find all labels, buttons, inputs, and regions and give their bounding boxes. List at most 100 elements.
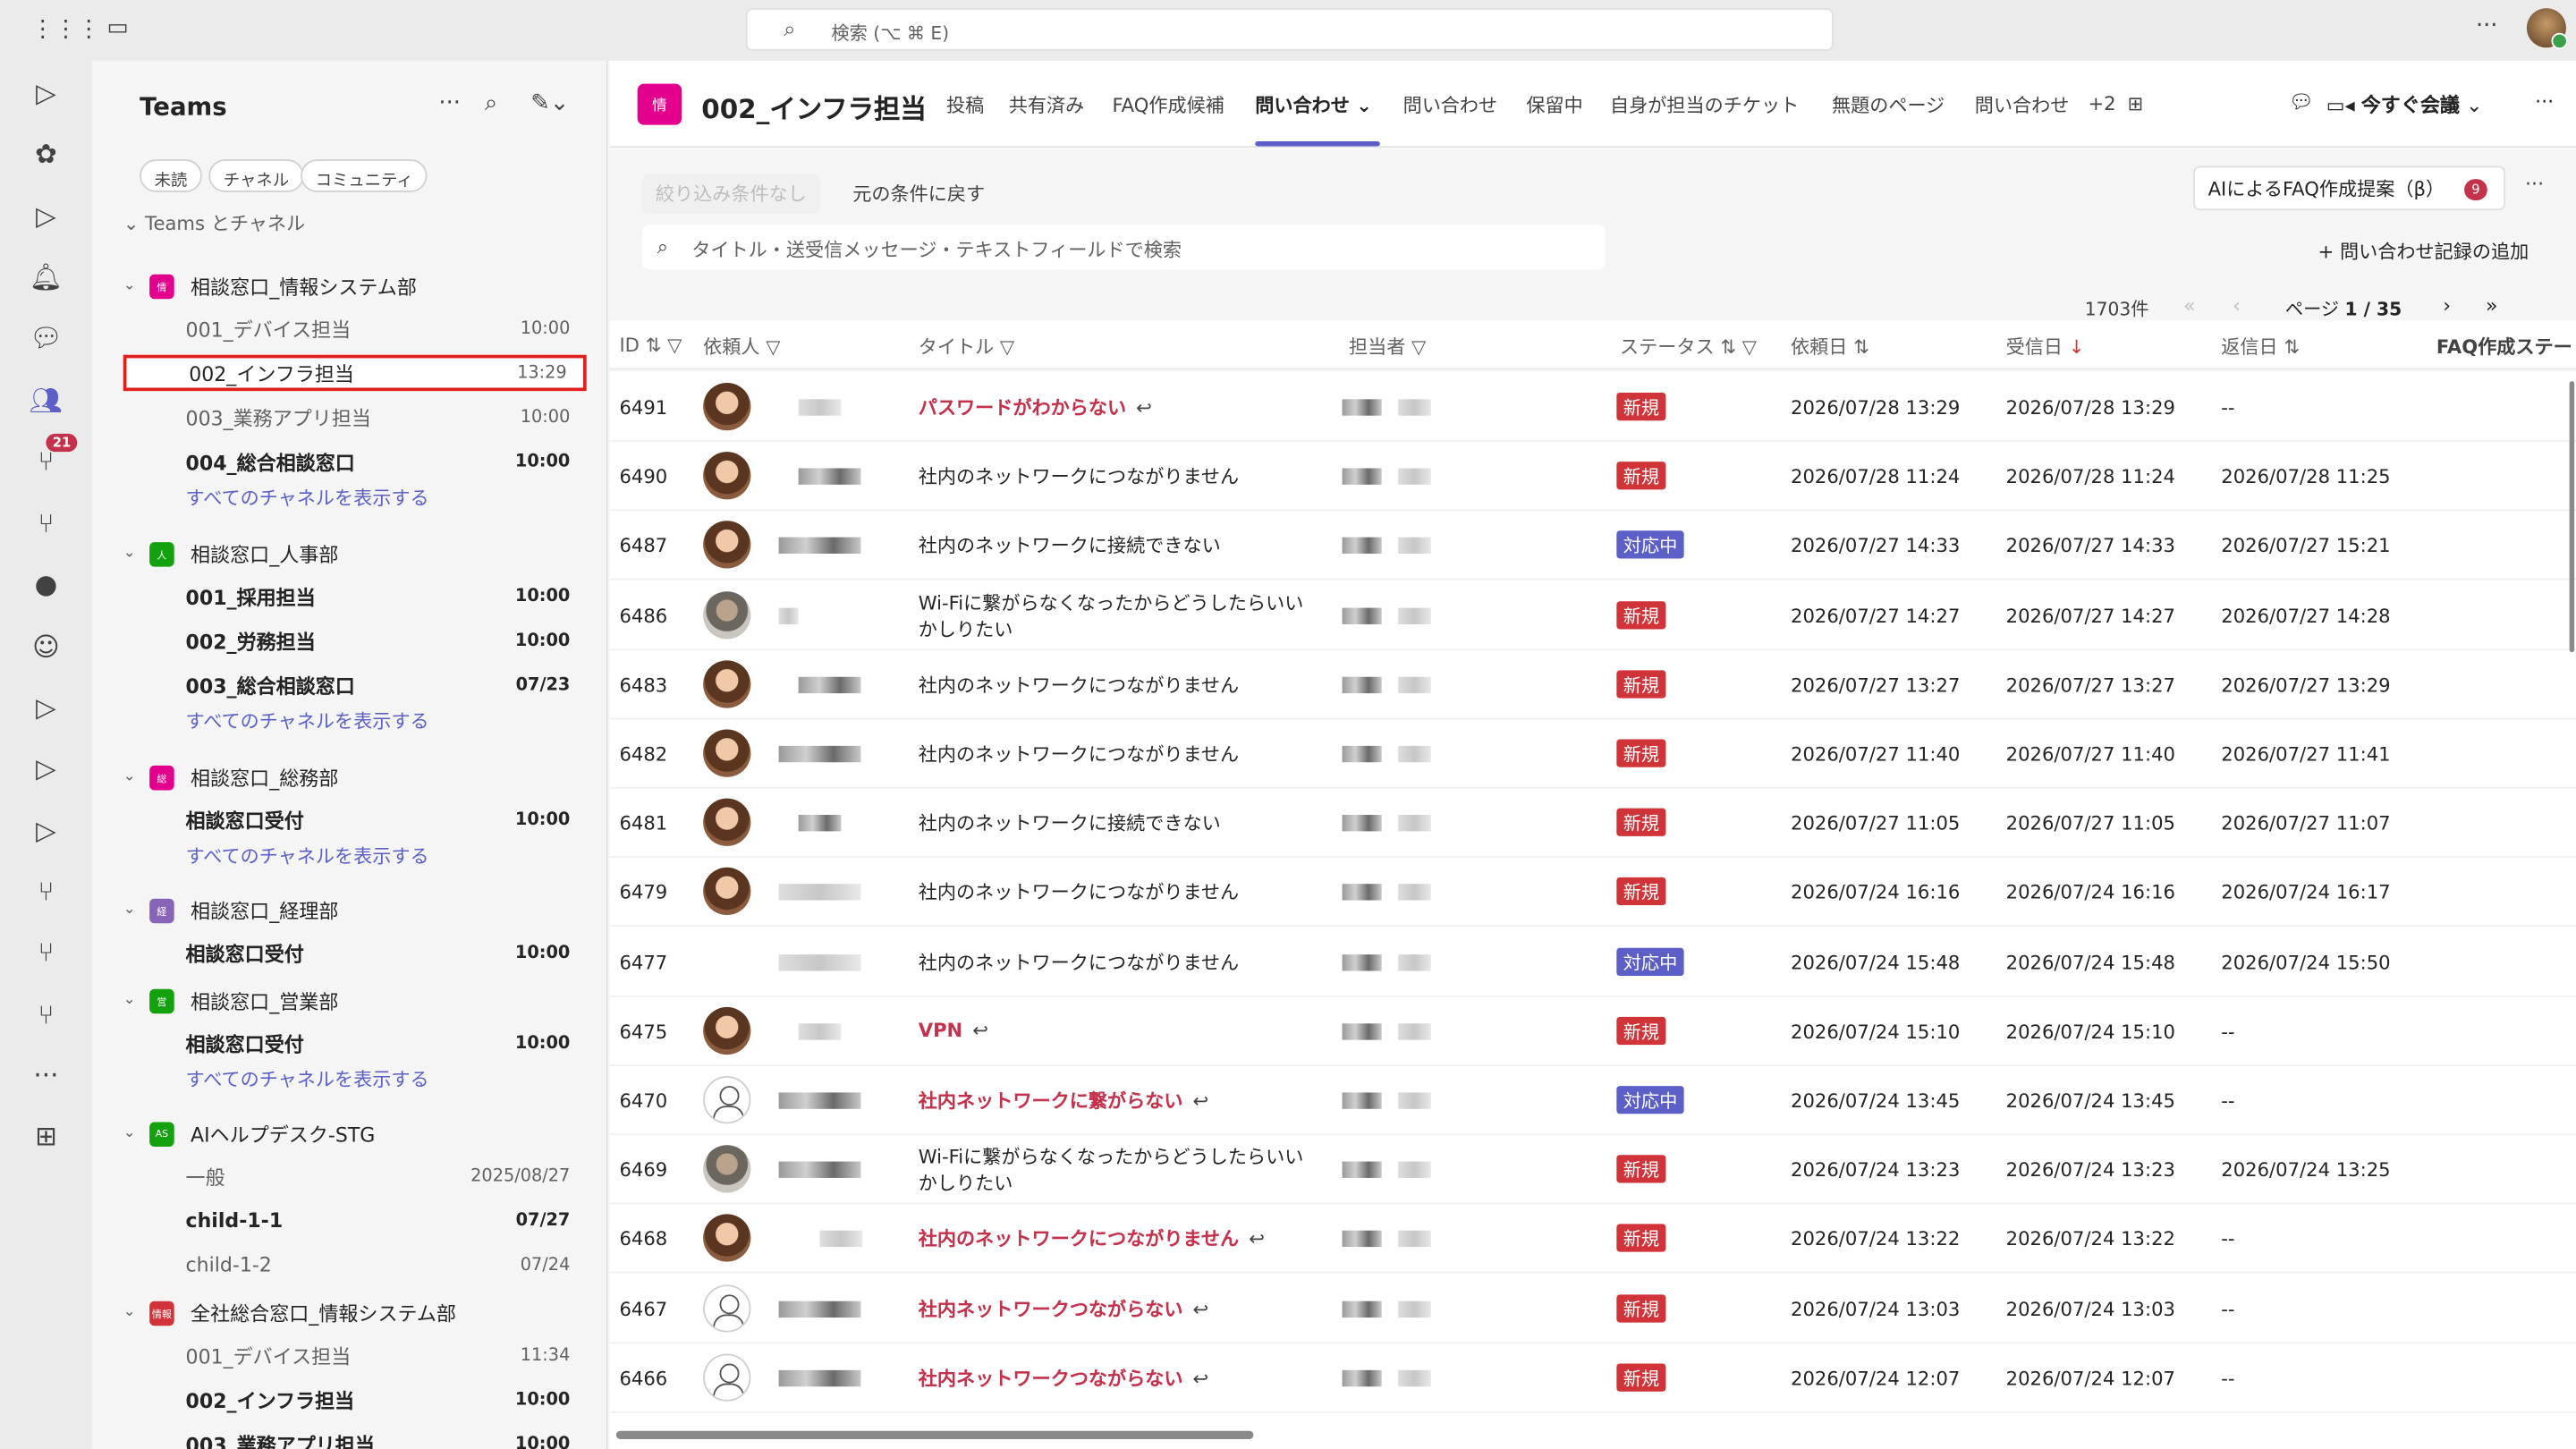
app-launcher-icon[interactable]: ⋮⋮⋮ — [31, 18, 100, 41]
team-row[interactable]: ⌄ 経相談窓口_経理部 — [123, 892, 338, 928]
filter-communities[interactable]: コミュニティ — [301, 159, 428, 192]
table-row[interactable]: 6483 社内のネットワークにつながりません 新規 2026/07/27 13:27 2… — [609, 649, 2576, 720]
row-title[interactable]: 社内ネットワークつながらない ↩ — [919, 1365, 1208, 1391]
user-avatar[interactable] — [2526, 8, 2568, 50]
workflow-icon[interactable]: ⑂ — [23, 869, 69, 912]
row-title[interactable]: VPN ↩ — [919, 1018, 988, 1041]
workflow-icon[interactable]: ⑂ — [23, 930, 69, 973]
row-title[interactable]: 社内のネットワークにつながりません — [919, 949, 1239, 975]
search-icon[interactable]: ⌕ — [485, 90, 497, 116]
tab-inquiries-3[interactable]: 問い合わせ — [1975, 92, 2070, 118]
row-title[interactable]: 社内のネットワークにつながりません — [919, 741, 1239, 767]
vertical-scrollbar[interactable] — [2569, 381, 2575, 653]
row-title[interactable]: Wi-Fiに繋がらなくなったからどうしたらいいかしりたい — [919, 1144, 1313, 1197]
row-title[interactable]: 社内ネットワークに繋がらない ↩ — [919, 1088, 1208, 1114]
horizontal-scrollbar[interactable] — [615, 1430, 1254, 1439]
chat-icon[interactable]: 💬︎ — [2289, 90, 2314, 114]
more-options-icon[interactable]: ··· — [438, 90, 461, 116]
table-row[interactable]: 6467 社内ネットワークつながらない ↩ 新規 2026/07/24 13:03 202… — [609, 1274, 2576, 1343]
col-id[interactable]: ID ⇅ ▽ — [619, 334, 682, 357]
ai-faq-button[interactable]: AIによるFAQ作成提案（β） 9 — [2193, 165, 2506, 211]
sidebar-toggle-icon[interactable]: ▭ — [106, 16, 128, 39]
team-row[interactable]: ⌄ 人相談窓口_人事部 — [123, 536, 338, 572]
channel-item-selected[interactable]: 002_インフラ担当 13:29 — [123, 354, 587, 392]
row-title[interactable]: パスワードがわからない ↩ — [919, 394, 1152, 420]
table-row[interactable]: 6481 社内のネットワークに接続できない 新規 2026/07/27 11:05 20… — [609, 788, 2576, 859]
show-all-channels-link[interactable]: すべてのチャネルを表示する — [186, 485, 429, 511]
last-page-icon[interactable]: » — [2486, 294, 2497, 318]
row-title[interactable]: 社内のネットワークにつながりません — [919, 463, 1239, 489]
channel-item[interactable]: 004_総合相談窓口 10:00 — [186, 444, 571, 479]
more-apps-icon[interactable]: ··· — [23, 1053, 69, 1096]
table-row[interactable]: 6482 社内のネットワークにつながりません 新規 2026/07/27 11:40 2… — [609, 719, 2576, 789]
no-filter-button[interactable]: 絞り込み条件なし — [642, 174, 820, 214]
add-app-icon[interactable]: ⊞ — [23, 1114, 69, 1157]
tab-on-hold[interactable]: 保留中 — [1526, 92, 1582, 118]
team-row[interactable]: ⌄ 情報 全社総合窓口_情報システム部 — [123, 1294, 456, 1330]
channel-item[interactable]: 003_総合相談窓口 07/23 — [186, 667, 571, 703]
tab-posts[interactable]: 投稿 — [946, 92, 984, 118]
table-row[interactable]: 6469 Wi-Fiに繋がらなくなったからどうしたらいいかしりたい 新規 2026/0… — [609, 1135, 2576, 1205]
tab-faq-candidates[interactable]: FAQ作成候補 — [1112, 92, 1224, 118]
table-row[interactable]: 6490 社内のネットワークにつながりません 新規 2026/07/28 11:24 2… — [609, 442, 2576, 512]
team-row[interactable]: ⌄ 総相談窓口_総務部 — [123, 759, 338, 795]
show-all-channels-link[interactable]: すべてのチャネルを表示する — [186, 708, 429, 734]
more-options-icon[interactable]: ··· — [2525, 173, 2544, 196]
more-options-icon[interactable]: ··· — [2476, 15, 2498, 38]
first-page-icon[interactable]: « — [2183, 294, 2195, 318]
teams-icon[interactable]: 👥︎ — [23, 377, 69, 420]
team-row[interactable]: ⌄ 営相談窓口_営業部 — [123, 982, 338, 1018]
filter-channels[interactable]: チャネル — [208, 159, 304, 192]
reset-filter-button[interactable]: 元の条件に戻す — [840, 174, 998, 214]
next-page-icon[interactable]: › — [2443, 294, 2451, 318]
workflow-icon[interactable]: ⑂ — [23, 438, 69, 481]
col-title[interactable]: タイトル ▽ — [919, 334, 1014, 360]
copilot-icon[interactable]: ✿ — [23, 131, 69, 174]
table-row[interactable]: 6477 社内のネットワークにつながりません 対応中 2026/07/24 15:48… — [609, 928, 2576, 997]
app-icon[interactable]: ▷ — [23, 746, 69, 789]
row-title[interactable]: 社内のネットワークに接続できない — [919, 533, 1221, 559]
row-title[interactable]: 社内ネットワークつながらない ↩ — [919, 1295, 1208, 1321]
table-row[interactable]: 6491 パスワードがわからない ↩ 新規 2026/07/28 13:29 2026/0… — [609, 372, 2576, 443]
col-request-date[interactable]: 依頼日 ⇅ — [1791, 334, 1869, 360]
tab-my-tickets[interactable]: 自身が担当のチケット — [1610, 92, 1799, 118]
bulb-icon[interactable]: ● — [23, 562, 69, 605]
channel-item[interactable]: child-1-2 07/24 — [186, 1247, 571, 1283]
tab-more[interactable]: +2 — [2088, 92, 2115, 115]
add-tab-icon[interactable]: ⊞ — [2128, 92, 2144, 115]
row-title[interactable]: 社内のネットワークにつながりません ↩ — [919, 1226, 1265, 1252]
channel-item[interactable]: 001_デバイス担当 11:34 — [186, 1337, 571, 1373]
app-icon[interactable]: ▷ — [23, 194, 69, 237]
team-row[interactable]: ⌄ 情相談窓口_情報システム部 — [123, 267, 417, 303]
col-assignee[interactable]: 担当者 ▽ — [1349, 334, 1426, 360]
table-row[interactable]: 6466 社内ネットワークつながらない ↩ 新規 2026/07/24 12:07 202… — [609, 1343, 2576, 1413]
show-all-channels-link[interactable]: すべてのチャネルを表示する — [186, 843, 429, 869]
channel-item[interactable]: 001_採用担当 10:00 — [186, 579, 571, 614]
app-icon[interactable]: ▷ — [23, 809, 69, 852]
tab-shared[interactable]: 共有済み — [1009, 92, 1084, 118]
tab-inquiries[interactable]: 問い合わせ ⌄ — [1255, 92, 1372, 118]
table-row[interactable]: 6479 社内のネットワークにつながりません 新規 2026/07/24 16:16 2… — [609, 858, 2576, 928]
channel-item[interactable]: 001_デバイス担当 10:00 — [186, 310, 571, 346]
table-row[interactable]: 6475 VPN ↩ 新規 2026/07/24 15:10 2026/07/24 15:… — [609, 996, 2576, 1066]
add-record-button[interactable]: + 問い合わせ記録の追加 — [2318, 238, 2529, 264]
search-input[interactable]: ⌕ 検索 (⌥ ⌘ E) — [745, 8, 1834, 51]
row-title[interactable]: 社内のネットワークにつながりません — [919, 879, 1239, 905]
row-title[interactable]: 社内のネットワークにつながりません — [919, 672, 1239, 698]
table-row[interactable]: 6470 社内ネットワークに繋がらない ↩ 対応中 2026/07/24 13:45 20… — [609, 1066, 2576, 1136]
show-all-channels-link[interactable]: すべてのチャネルを表示する — [186, 1066, 429, 1092]
filter-unread[interactable]: 未読 — [140, 159, 202, 192]
teams-section-header[interactable]: ⌄ Teams とチャネル — [123, 210, 305, 236]
chat-icon[interactable]: 💬︎ — [23, 316, 69, 359]
activity-icon[interactable]: ▷ — [23, 71, 69, 114]
channel-item[interactable]: 003_業務アプリ担当 10:00 — [186, 1426, 571, 1449]
channel-item[interactable]: 相談窓口受付 10:00 — [186, 935, 571, 970]
compose-icon[interactable]: ✎⌄ — [530, 90, 569, 116]
tab-inquiries-2[interactable]: 問い合わせ — [1403, 92, 1498, 118]
prev-page-icon[interactable]: ‹ — [2233, 294, 2241, 318]
col-reply-date[interactable]: 返信日 ⇅ — [2221, 334, 2300, 360]
workflow-icon[interactable]: ⑂ — [23, 992, 69, 1035]
col-faq-status[interactable]: FAQ作成ステー — [2436, 334, 2572, 360]
col-status[interactable]: ステータス ⇅ ▽ — [1620, 334, 1757, 360]
row-title[interactable]: 社内のネットワークに接続できない — [919, 810, 1221, 836]
